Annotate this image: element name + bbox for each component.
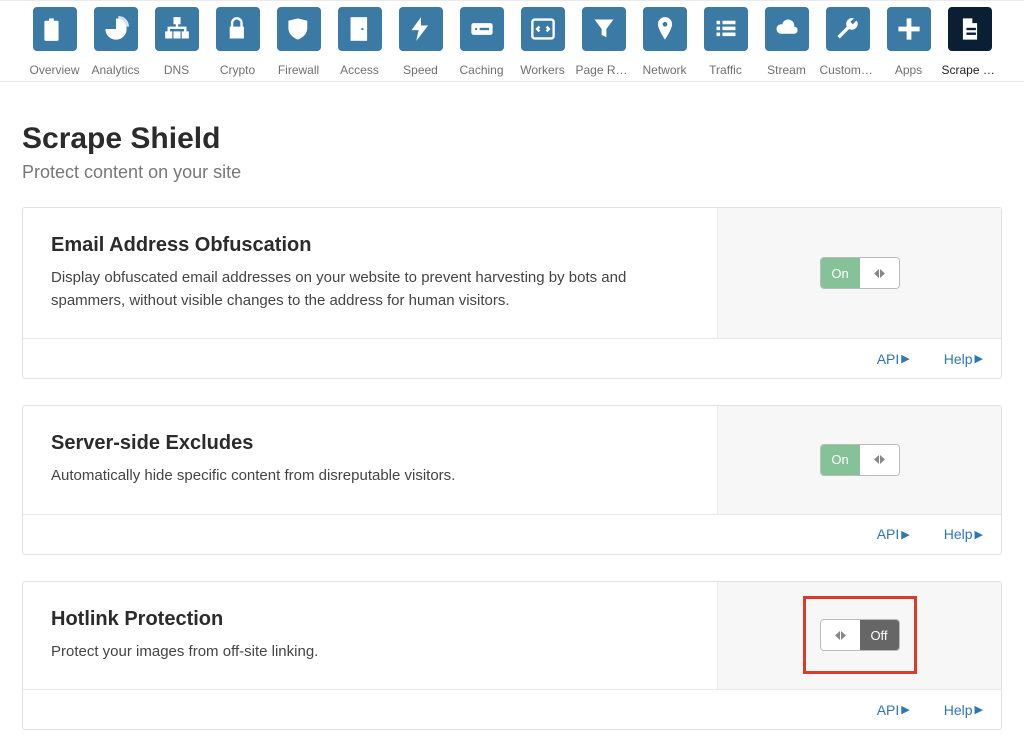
nav-label: Workers xyxy=(520,63,564,77)
card-footer: API ▶ Help ▶ xyxy=(23,338,1001,378)
toggle-on-label: On xyxy=(821,445,860,475)
nav-item-stream[interactable]: Stream xyxy=(763,7,810,77)
card-description: Protect your images from off-site linkin… xyxy=(51,641,689,664)
nav-item-traffic[interactable]: Traffic xyxy=(702,7,749,77)
card-footer: API ▶ Help ▶ xyxy=(23,514,1001,554)
card-control-area: On xyxy=(717,208,1001,338)
toggle-arrows-icon xyxy=(874,455,885,464)
setting-card: Server-side Excludes Automatically hide s… xyxy=(22,405,1002,555)
page-title: Scrape Shield xyxy=(22,122,1002,156)
cloud-icon xyxy=(765,7,809,51)
nav-item-crypto[interactable]: Crypto xyxy=(214,7,261,77)
bolt-icon xyxy=(399,7,443,51)
toggle-arrows-icon xyxy=(835,631,846,640)
shield-icon xyxy=(277,7,321,51)
nav-item-caching[interactable]: Caching xyxy=(458,7,505,77)
nav-label: Page Rules xyxy=(576,63,632,77)
top-nav: Overview Analytics DNS Crypto Firewall Access… xyxy=(0,0,1024,82)
nav-label: Speed xyxy=(403,63,438,77)
card-title: Email Address Obfuscation xyxy=(51,234,689,257)
help-link[interactable]: Help ▶ xyxy=(944,351,983,367)
pin-icon xyxy=(643,7,687,51)
code-icon xyxy=(521,7,565,51)
help-link[interactable]: Help ▶ xyxy=(944,526,983,542)
main-content: Scrape Shield Protect content on your si… xyxy=(0,82,1024,730)
door-icon xyxy=(338,7,382,51)
toggle-switch[interactable]: Off xyxy=(820,619,900,651)
caret-right-icon: ▶ xyxy=(975,352,983,365)
nav-label: Apps xyxy=(895,63,922,77)
pie-icon xyxy=(94,7,138,51)
nav-label: Access xyxy=(340,63,379,77)
drive-icon xyxy=(460,7,504,51)
caret-right-icon: ▶ xyxy=(901,528,909,541)
toggle-switch[interactable]: On xyxy=(820,257,900,289)
nav-label: Custom … xyxy=(820,63,876,77)
nav-label: Analytics xyxy=(91,63,139,77)
nav-label: Overview xyxy=(30,63,80,77)
nav-item-network[interactable]: Network xyxy=(641,7,688,77)
nav-label: Crypto xyxy=(220,63,255,77)
toggle-arrows-icon xyxy=(874,269,885,278)
nav-label: Traffic xyxy=(709,63,742,77)
nav-item-dns[interactable]: DNS xyxy=(153,7,200,77)
nav-label: DNS xyxy=(164,63,189,77)
card-control-area: On xyxy=(717,406,1001,514)
nav-label: Scrape S… xyxy=(942,63,998,77)
toggle-knob xyxy=(821,620,860,650)
page-subtitle: Protect content on your site xyxy=(22,162,1002,183)
nav-item-overview[interactable]: Overview xyxy=(31,7,78,77)
nav-item-page-rules[interactable]: Page Rules xyxy=(580,7,627,77)
nav-item-analytics[interactable]: Analytics xyxy=(92,7,139,77)
caret-right-icon: ▶ xyxy=(901,352,909,365)
toggle-knob xyxy=(860,258,899,288)
api-link[interactable]: API ▶ xyxy=(877,526,910,542)
list-icon xyxy=(704,7,748,51)
nav-item-workers[interactable]: Workers xyxy=(519,7,566,77)
caret-right-icon: ▶ xyxy=(975,703,983,716)
file-icon xyxy=(948,7,992,51)
wrench-icon xyxy=(826,7,870,51)
setting-card: Email Address Obfuscation Display obfusca… xyxy=(22,207,1002,379)
nav-label: Stream xyxy=(767,63,806,77)
toggle-on-label: On xyxy=(821,258,860,288)
caret-right-icon: ▶ xyxy=(975,528,983,541)
nav-item-custom-[interactable]: Custom … xyxy=(824,7,871,77)
card-title: Server-side Excludes xyxy=(51,432,689,455)
funnel-icon xyxy=(582,7,626,51)
nav-label: Firewall xyxy=(278,63,319,77)
nav-label: Caching xyxy=(459,63,503,77)
help-link[interactable]: Help ▶ xyxy=(944,702,983,718)
card-description: Display obfuscated email addresses on yo… xyxy=(51,267,689,312)
api-link[interactable]: API ▶ xyxy=(877,351,910,367)
toggle-switch[interactable]: On xyxy=(820,444,900,476)
nav-label: Network xyxy=(642,63,686,77)
setting-card: Hotlink Protection Protect your images fr… xyxy=(22,581,1002,731)
card-footer: API ▶ Help ▶ xyxy=(23,689,1001,729)
card-title: Hotlink Protection xyxy=(51,608,689,631)
nav-item-access[interactable]: Access xyxy=(336,7,383,77)
nav-item-scrape-s-[interactable]: Scrape S… xyxy=(946,7,993,77)
nav-item-speed[interactable]: Speed xyxy=(397,7,444,77)
nav-item-apps[interactable]: Apps xyxy=(885,7,932,77)
nav-item-firewall[interactable]: Firewall xyxy=(275,7,322,77)
plus-icon xyxy=(887,7,931,51)
toggle-knob xyxy=(860,445,899,475)
sitemap-icon xyxy=(155,7,199,51)
card-description: Automatically hide specific content from… xyxy=(51,465,689,488)
clipboard-icon xyxy=(33,7,77,51)
toggle-off-label: Off xyxy=(860,620,899,650)
card-control-area: Off xyxy=(717,582,1001,690)
caret-right-icon: ▶ xyxy=(901,703,909,716)
lock-icon xyxy=(216,7,260,51)
api-link[interactable]: API ▶ xyxy=(877,702,910,718)
